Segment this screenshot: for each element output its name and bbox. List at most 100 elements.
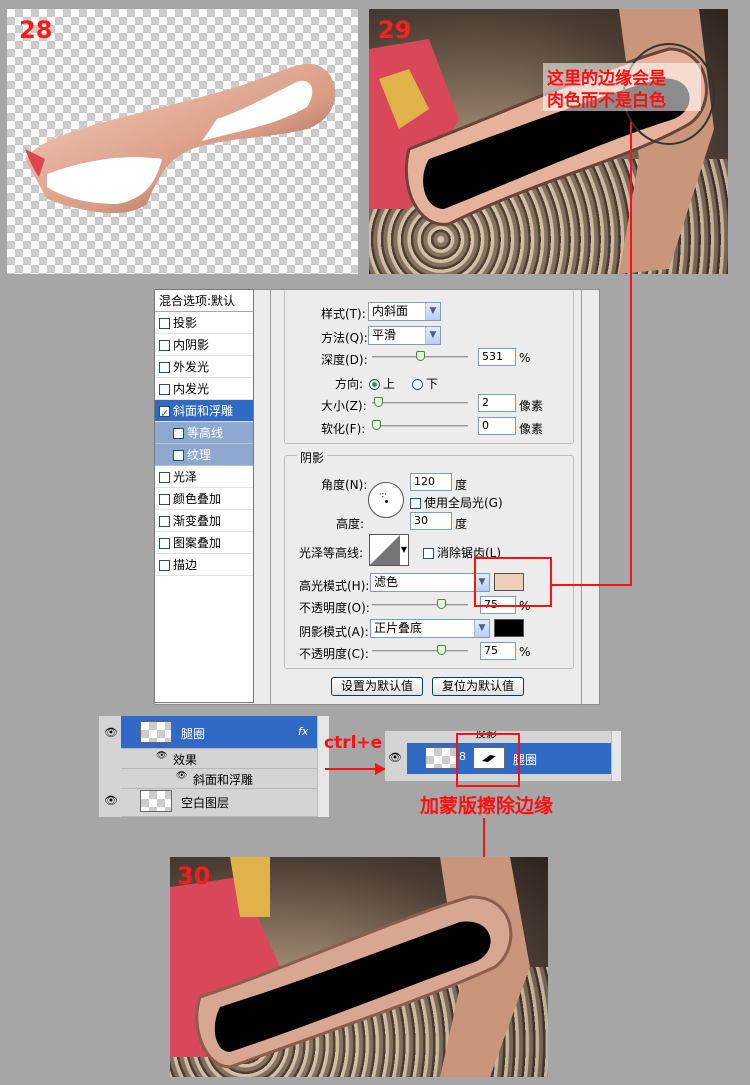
style-item-pattern-overlay[interactable]: 图案叠加 (155, 532, 253, 554)
checkbox-icon[interactable] (159, 403, 170, 425)
highlight-mode-select[interactable]: 滤色 ▼ (370, 573, 490, 592)
style-item-inner-shadow[interactable]: 内阴影 (155, 334, 253, 356)
style-label: 渐变叠加 (173, 514, 222, 528)
effects-row[interactable]: 👁 效果 (121, 749, 329, 769)
gloss-contour-picker[interactable]: ▼ (369, 534, 409, 566)
highlight-red-box (474, 557, 552, 607)
style-select-value: 内斜面 (372, 304, 409, 318)
checkbox-icon[interactable] (173, 450, 184, 461)
checkbox-icon[interactable] (159, 340, 170, 351)
checkbox-icon[interactable] (410, 498, 421, 509)
style-select[interactable]: 内斜面 ▼ (368, 302, 441, 321)
effect-row-bevel[interactable]: 👁 斜面和浮雕 (121, 769, 329, 789)
depth-slider-thumb[interactable] (415, 351, 425, 361)
soften-input[interactable]: 0 (478, 417, 516, 435)
style-label: 描边 (173, 558, 198, 572)
checkbox-icon[interactable] (423, 548, 434, 559)
layer-name[interactable]: 空白图层 (181, 794, 229, 811)
fx-icon[interactable]: fx (298, 725, 308, 738)
radio-icon[interactable] (369, 379, 380, 390)
checkbox-icon[interactable] (159, 472, 170, 483)
eye-icon[interactable]: 👁 (388, 751, 402, 764)
soften-slider[interactable] (372, 420, 468, 430)
method-select[interactable]: 平滑 ▼ (368, 326, 441, 345)
checkbox-icon[interactable] (159, 560, 170, 571)
chevron-down-icon[interactable]: ▼ (425, 327, 440, 344)
size-slider-thumb[interactable] (373, 397, 383, 407)
shadow-color-swatch[interactable] (494, 619, 524, 637)
style-label: 光泽 (173, 470, 198, 484)
style-item-inner-glow[interactable]: 内发光 (155, 378, 253, 400)
depth-slider[interactable] (372, 351, 468, 361)
chevron-down-icon[interactable]: ▼ (401, 545, 407, 554)
checkbox-icon[interactable] (159, 516, 170, 527)
style-label-text: 样式(T): (321, 307, 366, 321)
checkbox-icon[interactable] (173, 428, 184, 439)
layers-panel-left: 腿圈 fx 👁 👁 效果 👁 斜面和浮雕 空白图层 👁 (99, 716, 329, 817)
eye-icon[interactable]: 👁 (156, 751, 167, 761)
step30-image (170, 857, 548, 1077)
style-item-drop-shadow[interactable]: 投影 (155, 312, 253, 334)
checkbox-icon[interactable] (159, 384, 170, 395)
checkbox-icon[interactable] (159, 494, 170, 505)
mask-note: 加蒙版擦除边缘 (420, 795, 554, 817)
radio-icon[interactable] (412, 379, 423, 390)
soften-slider-thumb[interactable] (372, 420, 381, 430)
scrollbar[interactable] (611, 731, 621, 781)
layer-name[interactable]: 腿圈 (181, 725, 205, 742)
shadow-label-text: 阴影模式(A): (299, 625, 369, 639)
style-label: 外发光 (173, 360, 210, 374)
style-label: 投影 (173, 316, 198, 330)
shadow-opacity-unit: % (519, 645, 531, 659)
chevron-down-icon[interactable]: ▼ (425, 303, 440, 320)
style-label: 内阴影 (173, 338, 210, 352)
direction-up[interactable]: 上 (369, 375, 395, 392)
note-29-line2: 肉色而不是白色 (547, 91, 666, 111)
layer-row-blank[interactable]: 空白图层 (121, 787, 329, 817)
altitude-input[interactable]: 30 (410, 512, 452, 530)
styles-header[interactable]: 混合选项:默认 (155, 290, 253, 312)
step-30-label: 30 (177, 862, 211, 890)
direction-down[interactable]: 下 (412, 375, 438, 392)
style-item-outer-glow[interactable]: 外发光 (155, 356, 253, 378)
depth-input[interactable]: 531 (478, 348, 516, 366)
checkbox-icon[interactable] (159, 362, 170, 373)
highlight-opacity-slider[interactable] (372, 599, 468, 609)
style-item-contour[interactable]: 等高线 (155, 422, 253, 444)
highlight-label-text: 高光模式(H): (299, 579, 370, 593)
checkbox-icon[interactable] (159, 318, 170, 329)
chevron-down-icon[interactable]: ▼ (474, 620, 489, 637)
h-opacity-label-text: 不透明度(O): (299, 601, 370, 615)
shadow-mode-select[interactable]: 正片叠底 ▼ (370, 619, 490, 638)
style-item-bevel-emboss[interactable]: 斜面和浮雕 (155, 400, 253, 425)
linear-contour-icon (370, 535, 400, 565)
size-slider[interactable] (372, 397, 468, 407)
style-label: 纹理 (187, 448, 212, 462)
size-input[interactable]: 2 (478, 394, 516, 412)
global-light-option[interactable]: 使用全局光(G) (410, 494, 503, 511)
angle-dial[interactable]: ·:· (368, 482, 404, 518)
reset-default-button[interactable]: 复位为默认值 (432, 677, 524, 696)
style-item-color-overlay[interactable]: 颜色叠加 (155, 488, 253, 510)
make-default-button[interactable]: 设置为默认值 (331, 677, 423, 696)
leg-photo-29 (369, 9, 715, 274)
shadow-opacity-slider[interactable] (372, 645, 468, 655)
gloss-label-text: 光泽等高线: (299, 546, 364, 560)
leg-photo-30 (170, 857, 530, 1077)
style-item-stroke[interactable]: 描边 (155, 554, 253, 576)
eye-icon[interactable]: 👁 (104, 726, 118, 739)
angle-input[interactable]: 120 (410, 473, 452, 491)
eye-icon[interactable]: 👁 (176, 771, 187, 781)
eye-icon[interactable]: 👁 (104, 794, 118, 807)
style-item-texture[interactable]: 纹理 (155, 444, 253, 466)
styles-list: 混合选项:默认 投影 内阴影 外发光 内发光 斜面和浮雕 等高线 纹理 光泽 颜… (154, 289, 254, 703)
direction-label-text: 方向: (335, 377, 364, 391)
layer-row-leg-ring[interactable]: 腿圈 fx (121, 716, 329, 749)
checkbox-icon[interactable] (159, 538, 170, 549)
style-item-gradient-overlay[interactable]: 渐变叠加 (155, 510, 253, 532)
angle-marker-icon: ·:· (379, 490, 387, 499)
style-item-satin[interactable]: 光泽 (155, 466, 253, 488)
mask-red-box (456, 733, 520, 787)
angle-unit: 度 (455, 478, 468, 492)
shadow-opacity-input[interactable]: 75 (480, 642, 516, 660)
